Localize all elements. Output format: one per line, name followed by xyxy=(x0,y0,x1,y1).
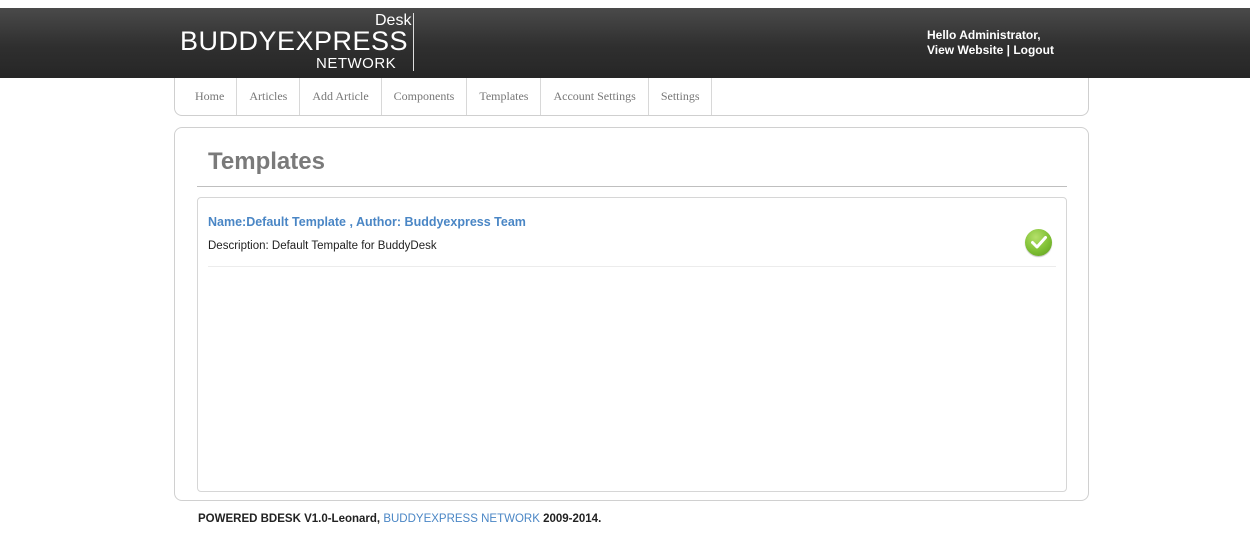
logo-divider xyxy=(413,13,414,71)
nav-home[interactable]: Home xyxy=(175,78,238,115)
brand-logo[interactable]: Desk BUDDYEXPRESS NETWORK xyxy=(180,8,420,78)
template-name-link[interactable]: Name:Default Template , Author: Buddyexp… xyxy=(208,215,526,229)
check-circle-icon[interactable] xyxy=(1025,229,1052,256)
content-panel: Templates Name:Default Template , Author… xyxy=(174,127,1089,501)
user-greeting: Hello Administrator, xyxy=(927,28,1041,42)
template-description: Description: Default Tempalte for BuddyD… xyxy=(208,240,437,252)
nav-articles[interactable]: Articles xyxy=(237,78,301,115)
header-bar: Desk BUDDYEXPRESS NETWORK Hello Administ… xyxy=(0,8,1250,78)
user-box: Hello Administrator, View Website | Logo… xyxy=(927,28,1054,58)
logout-link[interactable]: Logout xyxy=(1013,43,1054,57)
title-divider xyxy=(197,186,1067,187)
logo-main-text: BUDDYEXPRESS xyxy=(180,26,409,56)
template-list: Name:Default Template , Author: Buddyexp… xyxy=(197,197,1067,492)
footer-network-link[interactable]: BUDDYEXPRESS NETWORK xyxy=(383,513,540,525)
main-nav: Home Articles Add Article Components Tem… xyxy=(174,78,1089,116)
nav-settings[interactable]: Settings xyxy=(649,78,713,115)
logo-network-text: NETWORK xyxy=(316,55,397,72)
list-item: Name:Default Template , Author: Buddyexp… xyxy=(208,208,1056,267)
footer: POWERED BDESK V1.0-Leonard, BUDDYEXPRESS… xyxy=(198,513,601,525)
footer-prefix: POWERED BDESK V1.0-Leonard, xyxy=(198,513,384,525)
view-website-link[interactable]: View Website xyxy=(927,43,1003,57)
nav-add-article[interactable]: Add Article xyxy=(300,78,382,115)
page-title: Templates xyxy=(208,148,325,175)
nav-account-settings[interactable]: Account Settings xyxy=(541,78,649,115)
footer-suffix: 2009-2014. xyxy=(539,513,602,525)
nav-components[interactable]: Components xyxy=(382,78,468,115)
checkmark-glyph xyxy=(1031,236,1047,249)
user-links-separator: | xyxy=(1006,43,1010,57)
nav-templates[interactable]: Templates xyxy=(467,78,542,115)
